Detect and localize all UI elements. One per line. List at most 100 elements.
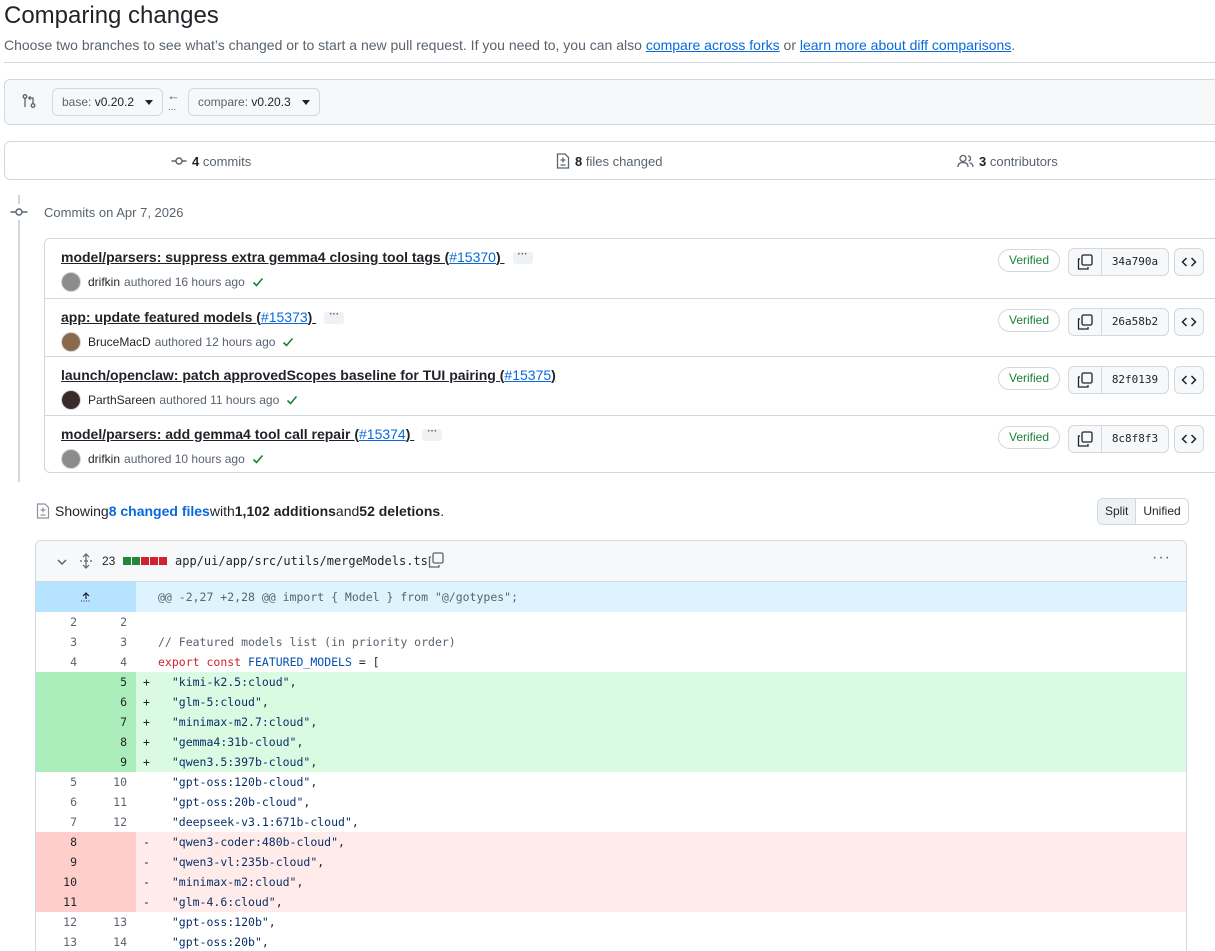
file-diff-icon (556, 153, 570, 169)
pull-request-link[interactable]: #15375 (504, 367, 551, 383)
expand-message-button[interactable]: ··· (512, 250, 533, 265)
contributors-tab[interactable]: 3 contributors (957, 153, 1058, 169)
new-line-number[interactable]: 12 (86, 812, 136, 832)
avatar[interactable] (61, 331, 81, 352)
kebab-menu-icon[interactable]: ··· (1152, 549, 1171, 567)
compare-across-forks-link[interactable]: compare across forks (646, 37, 780, 53)
commit-meta: BruceMacD authored 12 hours ago (61, 331, 295, 352)
diffstat-block (150, 557, 158, 565)
old-line-number[interactable]: 8 (36, 832, 86, 852)
diffstat-block (132, 557, 140, 565)
old-line-number[interactable]: 11 (36, 892, 86, 912)
chevron-down-icon[interactable] (56, 556, 68, 568)
commit-title-link[interactable]: model/parsers: add gemma4 tool call repa… (61, 426, 443, 442)
old-line-number[interactable]: 13 (36, 932, 86, 951)
new-line-number[interactable]: 4 (86, 652, 136, 672)
copy-icon[interactable] (428, 552, 444, 568)
expand-message-button[interactable]: ··· (324, 309, 345, 324)
new-line-number[interactable]: 14 (86, 932, 136, 951)
new-line-number[interactable] (86, 852, 136, 872)
old-line-number[interactable]: 9 (36, 852, 86, 872)
verified-badge[interactable]: Verified (998, 425, 1061, 449)
author-link[interactable]: BruceMacD (88, 335, 151, 349)
verified-badge[interactable]: Verified (998, 367, 1061, 390)
browse-files-button[interactable] (1174, 307, 1204, 336)
new-line-number[interactable]: 6 (86, 692, 136, 712)
base-branch-select[interactable]: base: v0.20.2 (52, 88, 164, 116)
expand-up-icon[interactable] (36, 582, 136, 612)
avatar[interactable] (61, 390, 81, 410)
check-icon[interactable] (281, 335, 295, 349)
old-line-number[interactable]: 5 (36, 772, 86, 792)
commit-sha-link[interactable]: 8c8f8f3 (1102, 426, 1168, 452)
pull-request-link[interactable]: #15373 (261, 309, 308, 325)
browse-files-button[interactable] (1174, 366, 1204, 394)
new-line-number[interactable]: 2 (86, 612, 136, 632)
unified-view-button[interactable]: Unified (1136, 499, 1187, 524)
diff-marker: + (143, 735, 150, 749)
caret-down-icon (301, 100, 310, 105)
old-line-number[interactable]: 4 (36, 652, 86, 672)
summary-period: . (440, 503, 445, 519)
commit-list: model/parsers: suppress extra gemma4 clo… (44, 238, 1215, 473)
new-line-number[interactable] (86, 892, 136, 912)
pull-request-link[interactable]: #15374 (359, 426, 406, 442)
check-icon[interactable] (285, 393, 299, 407)
commit-sha-link[interactable]: 26a58b2 (1102, 309, 1168, 335)
old-line-number[interactable]: 7 (36, 812, 86, 832)
old-line-number[interactable]: 3 (36, 632, 86, 652)
expand-message-button[interactable]: ··· (422, 426, 443, 441)
new-line-number[interactable]: 13 (86, 912, 136, 932)
avatar[interactable] (61, 272, 81, 292)
old-line-number[interactable] (36, 692, 86, 712)
avatar[interactable] (61, 448, 81, 469)
browse-files-button[interactable] (1174, 424, 1204, 453)
author-link[interactable]: drifkin (88, 275, 120, 289)
commit-sha-link[interactable]: 82f0139 (1102, 367, 1168, 393)
split-view-button[interactable]: Split (1098, 499, 1137, 524)
commit-sha-group: 8c8f8f3 (1068, 424, 1169, 453)
old-line-number[interactable] (36, 732, 86, 752)
old-line-number[interactable]: 10 (36, 872, 86, 892)
old-line-number[interactable] (36, 672, 86, 692)
copy-sha-button[interactable] (1069, 249, 1102, 275)
commit-sha-link[interactable]: 34a790a (1102, 249, 1168, 275)
changed-files-link[interactable]: 8 changed files (109, 503, 210, 519)
pull-request-link[interactable]: #15370 (449, 249, 496, 265)
diff-marker: - (143, 835, 150, 849)
check-icon[interactable] (251, 275, 265, 289)
old-line-number[interactable]: 12 (36, 912, 86, 932)
verified-badge[interactable]: Verified (998, 249, 1061, 272)
browse-files-button[interactable] (1174, 248, 1204, 276)
old-line-number[interactable] (36, 752, 86, 772)
new-line-number[interactable]: 11 (86, 792, 136, 812)
old-line-number[interactable] (36, 712, 86, 732)
file-path[interactable]: app/ui/app/src/utils/mergeModels.ts (175, 554, 428, 568)
author-link[interactable]: drifkin (88, 452, 120, 466)
new-line-number[interactable] (86, 832, 136, 852)
files-changed-tab[interactable]: 8 files changed (556, 153, 662, 169)
new-line-number[interactable]: 10 (86, 772, 136, 792)
verified-badge[interactable]: Verified (998, 308, 1061, 332)
copy-sha-button[interactable] (1069, 367, 1102, 393)
new-line-number[interactable]: 7 (86, 712, 136, 732)
old-line-number[interactable]: 6 (36, 792, 86, 812)
new-line-number[interactable]: 5 (86, 672, 136, 692)
copy-sha-button[interactable] (1069, 425, 1102, 452)
commits-tab[interactable]: 4 commits (171, 153, 251, 169)
expand-all-icon[interactable] (79, 553, 93, 569)
commit-title-link[interactable]: launch/openclaw: patch approvedScopes ba… (61, 367, 556, 383)
old-line-number[interactable]: 2 (36, 612, 86, 632)
code-line: "minimax-m2.7:cloud", (171, 715, 318, 729)
check-icon[interactable] (251, 452, 265, 466)
new-line-number[interactable]: 3 (86, 632, 136, 652)
new-line-number[interactable]: 9 (86, 752, 136, 772)
copy-sha-button[interactable] (1069, 308, 1102, 335)
commit-title-link[interactable]: app: update featured models (#15373) ··· (61, 309, 345, 325)
commit-title-link[interactable]: model/parsers: suppress extra gemma4 clo… (61, 249, 533, 265)
compare-branch-select[interactable]: compare: v0.20.3 (188, 88, 320, 116)
learn-more-link[interactable]: learn more about diff comparisons (800, 37, 1011, 53)
author-link[interactable]: ParthSareen (88, 393, 155, 407)
new-line-number[interactable]: 8 (86, 732, 136, 752)
new-line-number[interactable] (86, 872, 136, 892)
